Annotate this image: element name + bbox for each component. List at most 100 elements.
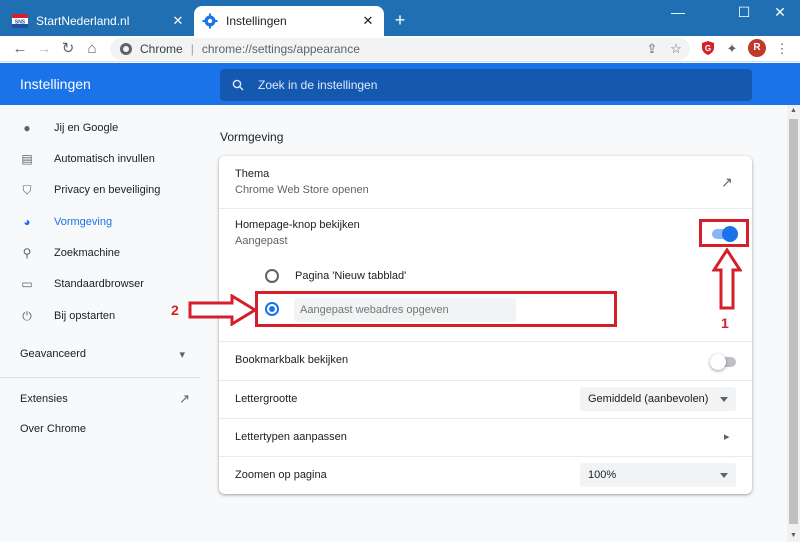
external-link-icon[interactable]: ↗ (721, 174, 733, 191)
sidebar-item-zoekmachine[interactable]: ⚲ Zoekmachine (0, 238, 200, 268)
sidebar-item-label: Zoekmachine (54, 247, 121, 259)
theme-row[interactable]: Thema Chrome Web Store openen (235, 168, 736, 196)
chrome-icon (120, 43, 132, 55)
extensions-label: Extensies (20, 393, 68, 405)
chevron-down-icon (720, 473, 728, 478)
menu-icon[interactable]: ⋮ (772, 39, 792, 59)
tab-title: Instellingen (226, 14, 287, 28)
back-button[interactable]: ← (10, 39, 30, 59)
tab-close-icon[interactable]: ✕ (170, 13, 186, 29)
bookmarks-toggle[interactable] (710, 354, 736, 370)
scroll-down-icon[interactable]: ▼ (787, 530, 800, 542)
sidebar-item-extensies[interactable]: Extensies ↗ (20, 391, 190, 407)
radio-newtab[interactable] (265, 269, 279, 283)
homepage-label: Homepage-knop bekijken (235, 219, 360, 231)
minimize-button[interactable]: — (660, 0, 696, 26)
divider (219, 341, 752, 342)
search-icon (232, 79, 244, 91)
zoom-select[interactable]: 100% (580, 463, 736, 487)
url-text: chrome://settings/appearance (201, 42, 360, 56)
sidebar-item-privacy[interactable]: ⛉ Privacy en beveiliging (0, 175, 200, 205)
chevron-down-icon: ▾ (179, 349, 185, 361)
startnederland-favicon: SNS (12, 14, 28, 28)
page-title: Instellingen (20, 76, 91, 92)
site-label: Chrome (140, 42, 183, 56)
appearance-card: Thema Chrome Web Store openen ↗ Homepage… (219, 156, 752, 494)
new-tab-button[interactable]: + (390, 10, 410, 30)
theme-sub: Chrome Web Store openen (235, 184, 369, 196)
chevron-right-icon[interactable]: ▸ (724, 430, 730, 443)
sidebar-item-label: Vormgeving (54, 216, 113, 228)
search-placeholder: Zoek in de instellingen (258, 78, 378, 92)
annotation-arrow-right (188, 294, 258, 326)
settings-header: Instellingen Zoek in de instellingen (0, 63, 800, 105)
radio-newtab-label: Pagina 'Nieuw tabblad' (295, 270, 407, 282)
sidebar-item-bij-opstarten[interactable]: ⏻ Bij opstarten (0, 301, 200, 331)
tab-close-icon[interactable]: ✕ (360, 13, 376, 29)
advanced-label: Geavanceerd (20, 348, 87, 360)
tab-startnederland[interactable]: SNS StartNederland.nl ✕ (4, 6, 194, 36)
search-icon: ⚲ (22, 246, 32, 260)
divider (219, 456, 752, 457)
bookmarks-row: Bookmarkbalk bekijken (235, 354, 736, 366)
maximize-button[interactable]: ☐ (726, 0, 762, 26)
theme-label: Thema (235, 168, 270, 180)
window-close-button[interactable]: ✕ (762, 0, 798, 26)
divider (219, 208, 752, 209)
forward-button[interactable]: → (34, 39, 54, 59)
zoom-value: 100% (588, 469, 617, 481)
avatar[interactable]: R (748, 39, 766, 57)
browser-icon: ▭ (21, 277, 33, 291)
sidebar-item-label: Standaardbrowser (54, 278, 144, 290)
share-icon[interactable]: ⇪ (642, 39, 662, 59)
sidebar: ● Jij en Google ▤ Automatisch invullen ⛉… (0, 105, 200, 542)
svg-text:SNS: SNS (15, 20, 26, 26)
clipboard-icon: ▤ (21, 152, 33, 166)
homepage-sub: Aangepast (235, 235, 288, 247)
sidebar-item-label: Automatisch invullen (54, 153, 155, 165)
address-bar[interactable]: Chrome | chrome://settings/appearance (110, 38, 690, 60)
divider (219, 380, 752, 381)
fontsize-select[interactable]: Gemiddeld (aanbevolen) (580, 387, 736, 411)
scroll-thumb[interactable] (789, 119, 798, 524)
home-button[interactable]: ⌂ (82, 39, 102, 59)
person-icon: ● (23, 121, 31, 135)
star-icon[interactable]: ☆ (666, 39, 686, 59)
sidebar-item-vormgeving[interactable]: ◕ Vormgeving (0, 207, 200, 237)
sidebar-item-label: Jij en Google (54, 122, 119, 134)
sidebar-item-jij-en-google[interactable]: ● Jij en Google (0, 113, 200, 143)
search-input[interactable]: Zoek in de instellingen (220, 69, 752, 101)
homepage-row: Homepage-knop bekijken Aangepast (235, 219, 736, 247)
browser-toolbar: ← → ↻ ⌂ Chrome | chrome://settings/appea… (0, 36, 800, 62)
reload-button[interactable]: ↻ (58, 39, 78, 59)
shield-icon: ⛉ (22, 183, 32, 197)
chevron-down-icon (720, 397, 728, 402)
gdata-shield-icon[interactable]: G (700, 40, 716, 56)
sidebar-item-label: Bij opstarten (54, 310, 116, 322)
gear-icon (202, 13, 218, 29)
toggle-knob (710, 354, 726, 370)
annotation-box-2 (255, 291, 617, 327)
sidebar-item-over-chrome[interactable]: Over Chrome (20, 423, 190, 435)
scrollbar[interactable]: ▲ ▼ (787, 105, 800, 542)
tab-title: StartNederland.nl (36, 14, 130, 28)
fonts-row[interactable]: Lettertypen aanpassen (235, 431, 736, 443)
sidebar-item-automatisch-invullen[interactable]: ▤ Automatisch invullen (0, 144, 200, 174)
external-link-icon: ↗ (179, 391, 190, 406)
divider (219, 418, 752, 419)
sidebar-item-label: Privacy en beveiliging (54, 184, 161, 196)
power-icon: ⏻ (22, 309, 32, 323)
fontsize-value: Gemiddeld (aanbevolen) (588, 393, 709, 405)
scroll-up-icon[interactable]: ▲ (787, 105, 800, 117)
sidebar-advanced[interactable]: Geavanceerd ▾ (20, 348, 185, 364)
tab-instellingen[interactable]: Instellingen ✕ (194, 6, 384, 36)
address-separator: | (190, 42, 194, 56)
sidebar-item-standaardbrowser[interactable]: ▭ Standaardbrowser (0, 269, 200, 299)
extensions-icon[interactable]: ✦ (722, 39, 742, 59)
sidebar-divider (0, 377, 200, 378)
annotation-label-2: 2 (171, 302, 179, 318)
svg-text:G: G (705, 44, 711, 53)
about-label: Over Chrome (20, 423, 87, 435)
palette-icon: ◕ (23, 215, 31, 229)
annotation-arrow-up (712, 248, 742, 310)
